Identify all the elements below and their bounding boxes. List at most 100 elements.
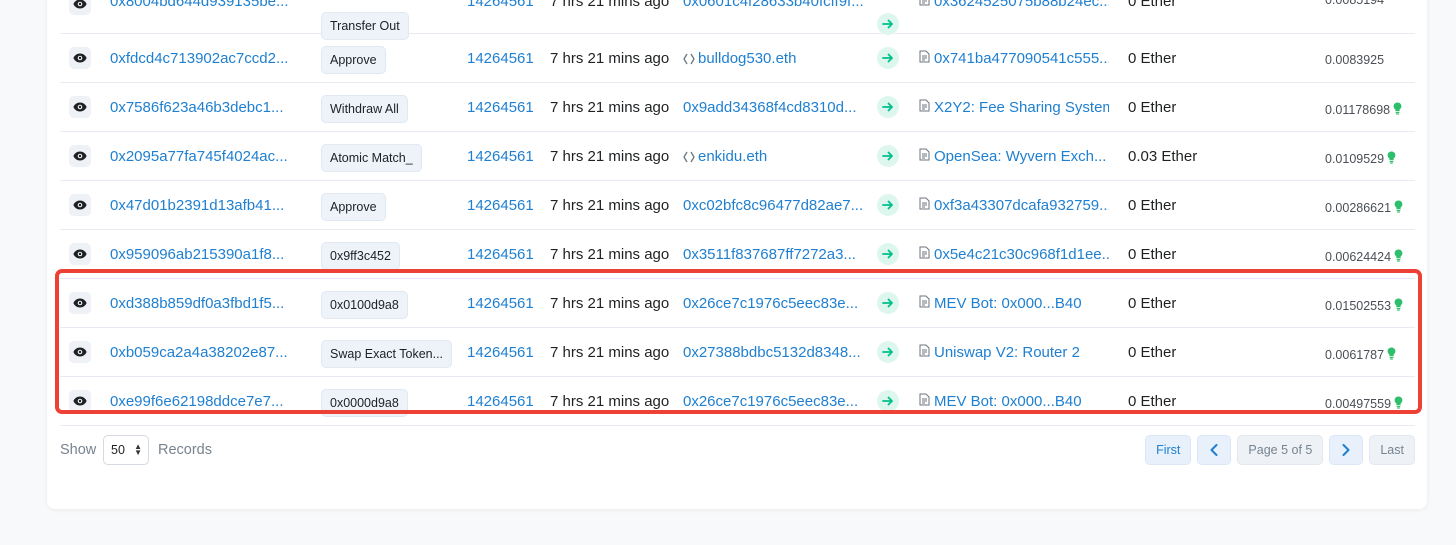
from-address-link[interactable]: 0x9add34368f4cd8310d...: [683, 99, 857, 116]
view-details-button[interactable]: [69, 194, 91, 216]
view-details-button[interactable]: [69, 341, 91, 363]
from-address-link[interactable]: bulldog530.eth: [698, 50, 796, 67]
lightbulb-icon[interactable]: [1394, 396, 1403, 412]
to-cell: 0x3624525075b88b24ec...: [919, 0, 1109, 10]
value-text: 0 Ether: [1128, 0, 1177, 10]
transactions-table: 0x8004bd644d939135be... Transfer Out 14264…: [60, 0, 1415, 426]
arrow-right-icon: [877, 96, 899, 118]
document-icon: [919, 99, 930, 116]
view-details-button[interactable]: [69, 47, 91, 69]
to-address-link[interactable]: MEV Bot: 0x000...B40: [934, 393, 1082, 410]
age-text: 7 hrs 21 mins ago: [550, 246, 670, 263]
page-info: Page 5 of 5: [1237, 435, 1324, 465]
txn-hash-link[interactable]: 0x7586f623a46b3debc1...: [110, 99, 290, 116]
block-link[interactable]: 14264561: [467, 0, 534, 10]
txn-fee: 0.01502553: [1325, 298, 1403, 314]
to-address-link[interactable]: Uniswap V2: Router 2: [934, 344, 1080, 361]
fee-value: 0.00497559: [1325, 397, 1392, 411]
to-address-link[interactable]: 0x741ba477090541c555...: [934, 50, 1109, 67]
from-address-link[interactable]: 0xc02bfc8c96477d82ae7...: [683, 197, 863, 214]
records-label: Records: [158, 442, 212, 458]
block-link[interactable]: 14264561: [467, 246, 534, 263]
method-badge: Approve: [321, 193, 386, 221]
txn-fee: 0.00624424: [1325, 249, 1403, 265]
from-address-link[interactable]: enkidu.eth: [698, 148, 767, 165]
document-icon: [919, 50, 930, 67]
txn-hash-link[interactable]: 0x47d01b2391d13afb41...: [110, 197, 290, 214]
age-text: 7 hrs 21 mins ago: [550, 295, 670, 312]
lightbulb-icon[interactable]: [1393, 102, 1402, 118]
view-details-button[interactable]: [69, 390, 91, 412]
view-details-button[interactable]: [69, 96, 91, 118]
fee-value: 0.0109529: [1325, 152, 1385, 166]
block-link[interactable]: 14264561: [467, 295, 534, 312]
table-footer: Show 50 ▲ ▼ Records First Page 5 of 5 Las…: [60, 434, 1415, 468]
table-row: 0xe99f6e62198ddce7e7... 0x0000d9a8 1426456…: [60, 377, 1415, 426]
view-details-button[interactable]: [69, 292, 91, 314]
prev-page-button[interactable]: [1197, 435, 1232, 465]
to-address-link[interactable]: 0xf3a43307dcafa932759...: [934, 197, 1109, 214]
to-address-link[interactable]: MEV Bot: 0x000...B40: [934, 295, 1082, 312]
txn-fee: 0.01178698: [1325, 102, 1402, 118]
fee-value: 0.00286621: [1325, 201, 1392, 215]
lightbulb-icon[interactable]: [1387, 347, 1396, 363]
table-row: 0x959096ab215390a1f8... 0x9ff3c452 1426456…: [60, 230, 1415, 279]
view-details-button[interactable]: [69, 0, 91, 15]
lightbulb-icon[interactable]: [1394, 249, 1403, 265]
fee-value: 0.0061787: [1325, 348, 1385, 362]
txn-hash-link[interactable]: 0x2095a77fa745f4024ac...: [110, 148, 290, 165]
block-link[interactable]: 14264561: [467, 99, 534, 116]
txn-fee: 0.0085194: [1325, 0, 1384, 7]
lightbulb-icon[interactable]: [1394, 298, 1403, 314]
age-text: 7 hrs 21 mins ago: [550, 344, 670, 361]
eye-icon: [73, 246, 87, 263]
txn-hash-link[interactable]: 0x959096ab215390a1f8...: [110, 246, 290, 263]
first-page-button[interactable]: First: [1145, 435, 1192, 465]
next-page-button[interactable]: [1329, 435, 1364, 465]
value-text: 0 Ether: [1128, 99, 1177, 116]
block-link[interactable]: 14264561: [467, 197, 534, 214]
lightbulb-icon[interactable]: [1394, 200, 1403, 216]
to-address-link[interactable]: 0x5e4c21c30c968f1d1ee...: [934, 246, 1109, 263]
table-row: 0x2095a77fa745f4024ac... Atomic Match_ 142…: [60, 132, 1415, 181]
document-icon: [919, 295, 930, 312]
from-address-link[interactable]: 0x27388bdbc5132d8348...: [683, 344, 861, 361]
value-text: 0 Ether: [1128, 197, 1177, 214]
table-row: 0xb059ca2a4a38202e87... Swap Exact Token.…: [60, 328, 1415, 377]
from-address-link[interactable]: 0x0601c4f28633b40fcff9f...: [683, 0, 863, 10]
txn-hash-link[interactable]: 0xfdcd4c713902ac7ccd2...: [110, 50, 290, 67]
to-address-link[interactable]: 0x3624525075b88b24ec...: [934, 0, 1109, 10]
block-link[interactable]: 14264561: [467, 50, 534, 67]
last-page-button[interactable]: Last: [1369, 435, 1415, 465]
eye-icon: [73, 393, 87, 410]
fee-value: 0.00624424: [1325, 250, 1392, 264]
block-link[interactable]: 14264561: [467, 393, 534, 410]
txn-hash-link[interactable]: 0x8004bd644d939135be...: [110, 0, 290, 10]
txn-hash-link[interactable]: 0xd388b859df0a3fbd1f5...: [110, 295, 290, 312]
to-address-link[interactable]: X2Y2: Fee Sharing System: [934, 99, 1109, 116]
block-link[interactable]: 14264561: [467, 148, 534, 165]
ens-diamond-icon: [683, 50, 698, 67]
from-address-link[interactable]: 0x3511f837687ff7272a3...: [683, 246, 856, 263]
records-per-page-select[interactable]: 50 ▲ ▼: [103, 435, 149, 465]
txn-hash-link[interactable]: 0xe99f6e62198ddce7e7...: [110, 393, 290, 410]
lightbulb-icon[interactable]: [1387, 151, 1396, 167]
txn-hash-link[interactable]: 0xb059ca2a4a38202e87...: [110, 344, 290, 361]
fee-value: 0.01178698: [1325, 103, 1391, 117]
method-badge: 0x0100d9a8: [321, 291, 408, 319]
block-link[interactable]: 14264561: [467, 344, 534, 361]
from-address-link[interactable]: 0x26ce7c1976c5eec83e...: [683, 295, 858, 312]
eye-icon: [73, 344, 87, 361]
arrow-right-icon: [877, 47, 899, 69]
age-text: 7 hrs 21 mins ago: [550, 148, 670, 165]
eye-icon: [73, 295, 87, 312]
to-address-link[interactable]: OpenSea: Wyvern Exch...: [934, 148, 1106, 165]
fee-value: 0.0085194: [1325, 0, 1385, 7]
from-address-link[interactable]: 0x26ce7c1976c5eec83e...: [683, 393, 858, 410]
value-text: 0.03 Ether: [1128, 148, 1198, 165]
view-details-button[interactable]: [69, 145, 91, 167]
view-details-button[interactable]: [69, 243, 91, 265]
method-badge: Atomic Match_: [321, 144, 422, 172]
document-icon: [919, 344, 930, 361]
txn-fee: 0.0109529: [1325, 151, 1396, 167]
